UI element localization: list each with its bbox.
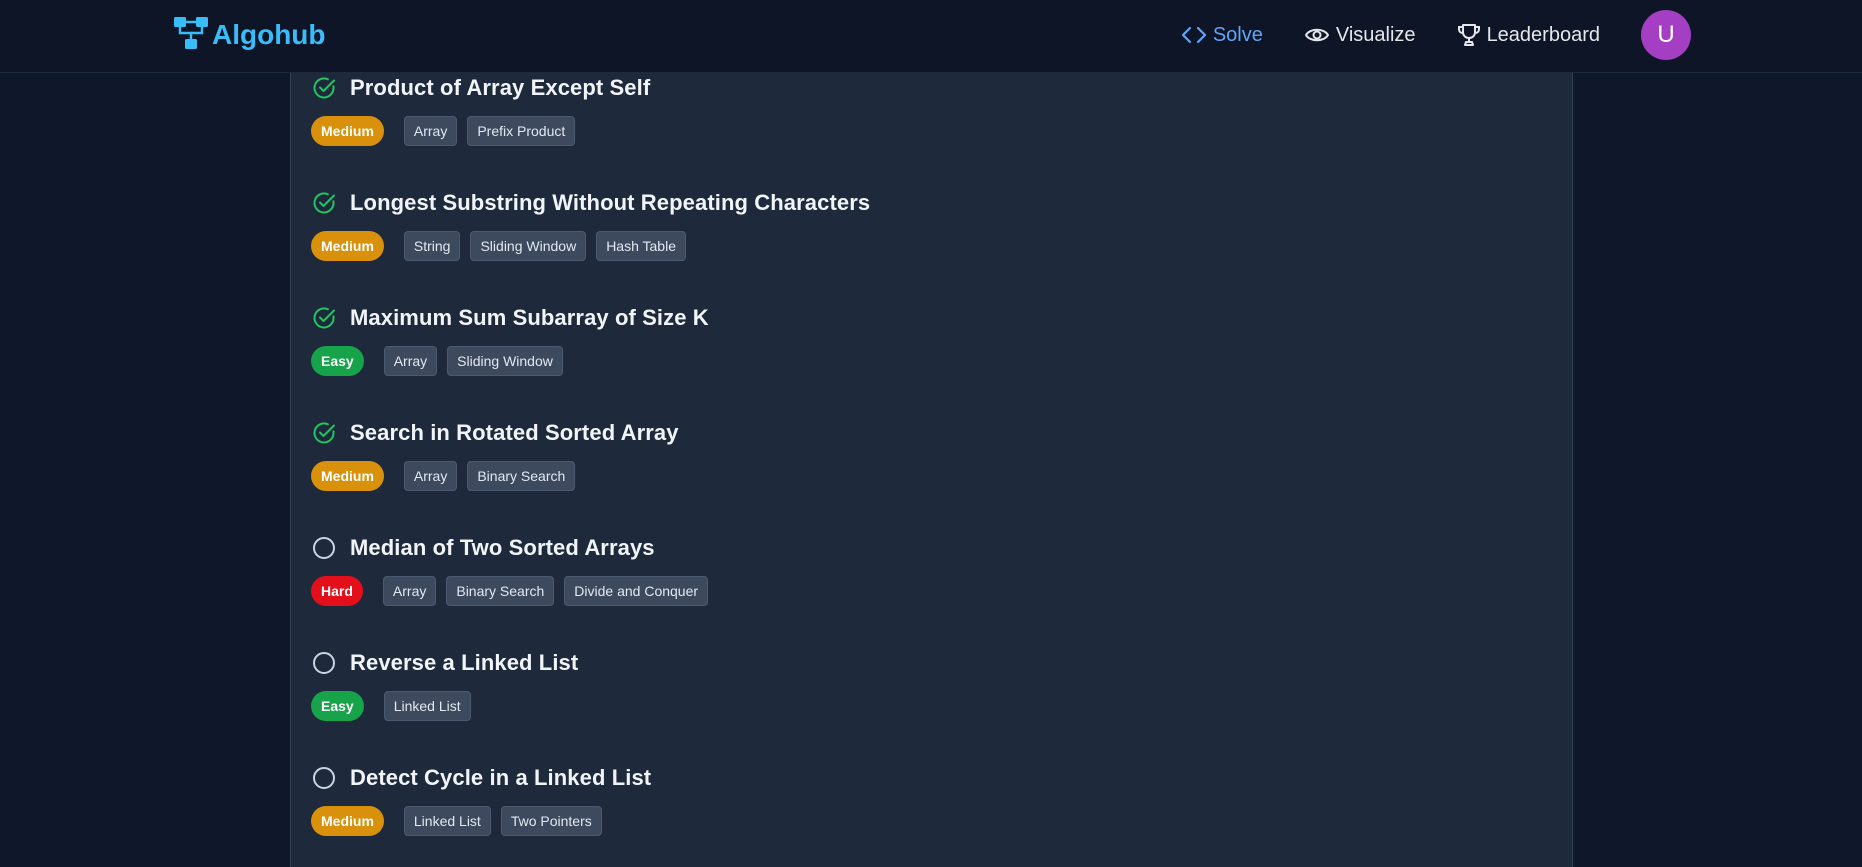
code-icon bbox=[1181, 24, 1207, 46]
difficulty-badge: Easy bbox=[311, 691, 364, 721]
problem-header: Search in Rotated Sorted Array bbox=[311, 413, 679, 453]
difficulty-badge: Easy bbox=[311, 346, 364, 376]
problem-header: Maximum Sum Subarray of Size K bbox=[311, 298, 709, 338]
nav-visualize-label: Visualize bbox=[1335, 23, 1416, 46]
topic-tag[interactable]: Binary Search bbox=[446, 576, 555, 606]
nav-leaderboard-label: Leaderboard bbox=[1486, 23, 1600, 46]
tag-row: Easy Linked List bbox=[311, 691, 481, 721]
tag-row: Easy Array Sliding Window bbox=[311, 346, 573, 376]
user-avatar[interactable]: U bbox=[1641, 10, 1691, 60]
difficulty-badge: Medium bbox=[311, 116, 384, 146]
nav-solve[interactable]: Solve bbox=[1181, 24, 1263, 47]
topic-tag[interactable]: Array bbox=[403, 116, 458, 146]
check-circle-icon[interactable] bbox=[311, 75, 337, 101]
page: Product of Array Except Self Medium Array P… bbox=[0, 0, 1862, 867]
problem-header: Reverse a Linked List bbox=[311, 643, 578, 683]
problem-header: Median of Two Sorted Arrays bbox=[311, 528, 655, 568]
topic-tag[interactable]: String bbox=[403, 231, 461, 261]
nav-links: Solve Visualize Leaderboard U bbox=[1181, 0, 1862, 70]
check-circle-icon[interactable] bbox=[311, 190, 337, 216]
topic-tag[interactable]: Prefix Product bbox=[467, 116, 576, 146]
topic-tag[interactable]: Hash Table bbox=[596, 231, 686, 261]
top-navbar: Algohub Solve Visualize Leaderboard U bbox=[0, 0, 1862, 73]
nav-visualize[interactable]: Visualize bbox=[1304, 24, 1416, 47]
nav-leaderboard[interactable]: Leaderboard bbox=[1457, 22, 1600, 48]
problem-title[interactable]: Longest Substring Without Repeating Char… bbox=[350, 190, 870, 216]
brand-name: Algohub bbox=[212, 19, 326, 50]
problem-title[interactable]: Search in Rotated Sorted Array bbox=[350, 420, 679, 446]
problem-title[interactable]: Maximum Sum Subarray of Size K bbox=[350, 305, 709, 331]
topic-tag[interactable]: Sliding Window bbox=[470, 231, 587, 261]
topic-tag[interactable]: Binary Search bbox=[467, 461, 576, 491]
check-circle-icon[interactable] bbox=[311, 305, 337, 331]
problem-header: Detect Cycle in a Linked List bbox=[311, 758, 651, 798]
topic-tag[interactable]: Linked List bbox=[383, 691, 471, 721]
problem-header: Longest Substring Without Repeating Char… bbox=[311, 183, 870, 223]
nav-solve-label: Solve bbox=[1212, 23, 1263, 46]
problem-header: Product of Array Except Self bbox=[311, 68, 650, 108]
tag-row: Medium Array Binary Search bbox=[311, 461, 585, 491]
empty-circle-icon[interactable] bbox=[311, 535, 337, 561]
eye-icon bbox=[1304, 24, 1330, 46]
topic-tag[interactable]: Two Pointers bbox=[500, 806, 602, 836]
topic-tag[interactable]: Array bbox=[383, 346, 438, 376]
check-circle-icon[interactable] bbox=[311, 420, 337, 446]
problem-title[interactable]: Median of Two Sorted Arrays bbox=[350, 535, 655, 561]
empty-circle-icon[interactable] bbox=[311, 650, 337, 676]
difficulty-badge: Medium bbox=[311, 806, 384, 836]
brand-logo[interactable]: Algohub bbox=[173, 14, 326, 56]
difficulty-badge: Hard bbox=[311, 576, 363, 606]
empty-circle-icon[interactable] bbox=[311, 765, 337, 791]
topic-tag[interactable]: Array bbox=[382, 576, 437, 606]
tag-row: Medium Array Prefix Product bbox=[311, 116, 585, 146]
tag-row: Medium String Sliding Window Hash Table bbox=[311, 231, 696, 261]
tag-row: Medium Linked List Two Pointers bbox=[311, 806, 612, 836]
problem-list: Product of Array Except Self Medium Array P… bbox=[290, 40, 1573, 867]
problem-title[interactable]: Detect Cycle in a Linked List bbox=[350, 765, 651, 791]
tag-row: Hard Array Binary Search Divide and Conquer bbox=[311, 576, 718, 606]
topic-tag[interactable]: Array bbox=[403, 461, 458, 491]
difficulty-badge: Medium bbox=[311, 461, 384, 491]
topic-tag[interactable]: Linked List bbox=[403, 806, 491, 836]
topic-tag[interactable]: Divide and Conquer bbox=[564, 576, 709, 606]
difficulty-badge: Medium bbox=[311, 231, 384, 261]
topic-tag[interactable]: Sliding Window bbox=[447, 346, 563, 376]
problem-title[interactable]: Reverse a Linked List bbox=[350, 650, 578, 676]
flowchart-icon bbox=[173, 15, 209, 56]
trophy-icon bbox=[1457, 22, 1481, 48]
problem-title[interactable]: Product of Array Except Self bbox=[350, 75, 650, 101]
